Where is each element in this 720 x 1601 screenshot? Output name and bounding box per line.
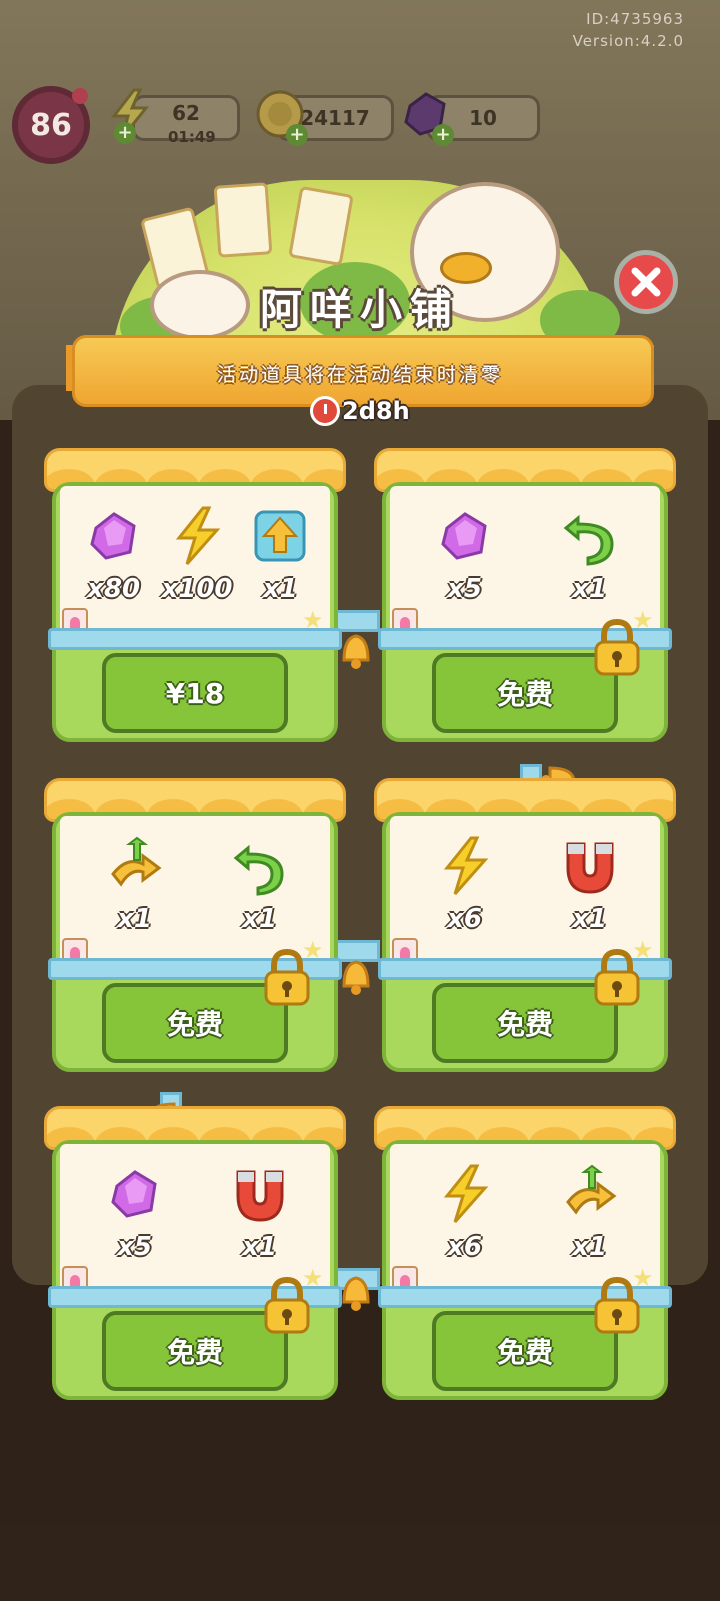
lock-icon <box>594 948 640 1006</box>
clock-icon <box>310 396 340 426</box>
lightning-icon <box>443 1164 488 1223</box>
energy-value: 62 <box>172 101 200 125</box>
claim-free-button[interactable]: 免费 <box>102 983 288 1063</box>
reward-item: x5 <box>95 1162 175 1262</box>
button-label: 免费 <box>166 1336 223 1369</box>
notification-dot <box>72 88 88 104</box>
lightning-icon <box>443 836 488 895</box>
close-icon <box>631 267 661 297</box>
countdown-text: 2d8h <box>342 397 410 425</box>
reward-item: x1 <box>240 504 320 604</box>
reward-quantity: x1 <box>572 574 607 604</box>
reward-item: x5 <box>425 504 505 604</box>
shop-stall: x1 x1 ★ 免费 <box>44 778 346 1078</box>
button-label: 免费 <box>496 1336 553 1369</box>
button-label: ¥18 <box>165 676 225 710</box>
button-label: 免费 <box>166 1008 223 1041</box>
reward-item: x1 <box>550 834 630 934</box>
button-label: 免费 <box>496 1008 553 1041</box>
reward-quantity: x1 <box>572 904 607 934</box>
undo-arrow-icon <box>563 514 614 566</box>
gem-icon <box>110 1170 157 1218</box>
coin-value: 24117 <box>300 106 370 130</box>
lock-icon <box>594 1276 640 1334</box>
reward-quantity: x1 <box>242 904 277 934</box>
reward-item: x1 <box>550 1162 630 1262</box>
add-energy-button[interactable]: + <box>114 122 136 144</box>
reward-quantity: x6 <box>447 904 482 934</box>
reward-item: x100 <box>157 504 237 604</box>
reward-quantity: x80 <box>87 574 141 604</box>
reward-item: x6 <box>425 834 505 934</box>
reward-quantity: x5 <box>447 574 482 604</box>
shop-stall: x80 x100 x1 ★ ¥18 <box>44 448 346 748</box>
energy-timer: 01:49 <box>168 128 216 146</box>
shop-title: 阿咩小铺 <box>259 285 460 334</box>
stall-items: x5 x1 <box>402 504 652 604</box>
player-id-text: ID:4735963 <box>586 10 684 28</box>
shop-stall: x5 x1 ★ 免费 <box>44 1106 346 1406</box>
magnet-icon <box>566 842 613 894</box>
bell-icon <box>342 960 370 995</box>
lock-icon <box>264 1276 310 1334</box>
shop-stall: x6 x1 ★ 免费 <box>374 1106 676 1406</box>
stall-items: x1 x1 <box>72 834 322 934</box>
version-text: Version:4.2.0 <box>572 32 684 50</box>
reward-item: x1 <box>95 834 175 934</box>
lock-icon <box>264 948 310 1006</box>
card-decoration <box>213 182 273 258</box>
stall-items: x5 x1 <box>72 1162 322 1262</box>
claim-free-button[interactable]: 免费 <box>102 1311 288 1391</box>
claim-free-button[interactable]: 免费 <box>432 983 618 1063</box>
event-countdown: 2d8h <box>310 396 410 426</box>
stall-items: x6 x1 <box>402 834 652 934</box>
reward-item: x80 <box>74 504 154 604</box>
player-level-badge[interactable]: 86 <box>12 86 90 164</box>
add-coins-button[interactable]: + <box>286 124 308 146</box>
add-gems-button[interactable]: + <box>432 124 454 146</box>
stall-items: x6 x1 <box>402 1162 652 1262</box>
stall-shelf <box>48 628 342 650</box>
reward-quantity: x100 <box>161 574 233 604</box>
lightning-icon <box>175 506 221 565</box>
magnet-icon <box>236 1170 283 1222</box>
claim-free-button[interactable]: 免费 <box>432 653 618 733</box>
reward-quantity: x1 <box>242 1232 277 1262</box>
reward-quantity: x1 <box>117 904 152 934</box>
upgrade-arrow-icon <box>254 510 306 562</box>
reward-item: x1 <box>220 834 300 934</box>
bell-icon <box>342 1276 370 1311</box>
reward-item: x1 <box>550 504 630 604</box>
stall-items: x80 x100 x1 <box>72 504 322 604</box>
reward-quantity: x6 <box>447 1232 482 1262</box>
reward-item: x1 <box>220 1162 300 1262</box>
shop-stall: x5 x1 ★ 免费 <box>374 448 676 748</box>
undo-arrow-icon <box>233 844 284 896</box>
swap-arrow-icon <box>565 1164 616 1215</box>
close-button[interactable] <box>614 250 678 314</box>
gem-icon <box>89 512 136 560</box>
shop-subtitle: 活动道具将在活动结束时清零 <box>216 364 503 386</box>
purchase-button[interactable]: ¥18 <box>102 653 288 733</box>
reward-quantity: x1 <box>262 574 298 604</box>
player-level: 86 <box>30 107 72 143</box>
bell-icon <box>342 634 370 669</box>
reward-quantity: x1 <box>572 1232 607 1262</box>
reward-quantity: x5 <box>117 1232 152 1262</box>
swap-arrow-icon <box>110 836 161 887</box>
shop-stall: x6 x1 ★ 免费 <box>374 778 676 1078</box>
button-label: 免费 <box>496 678 553 711</box>
reward-item: x6 <box>425 1162 505 1262</box>
lock-icon <box>594 618 640 676</box>
gem-value: 10 <box>469 106 497 130</box>
gem-icon <box>440 512 487 560</box>
claim-free-button[interactable]: 免费 <box>432 1311 618 1391</box>
